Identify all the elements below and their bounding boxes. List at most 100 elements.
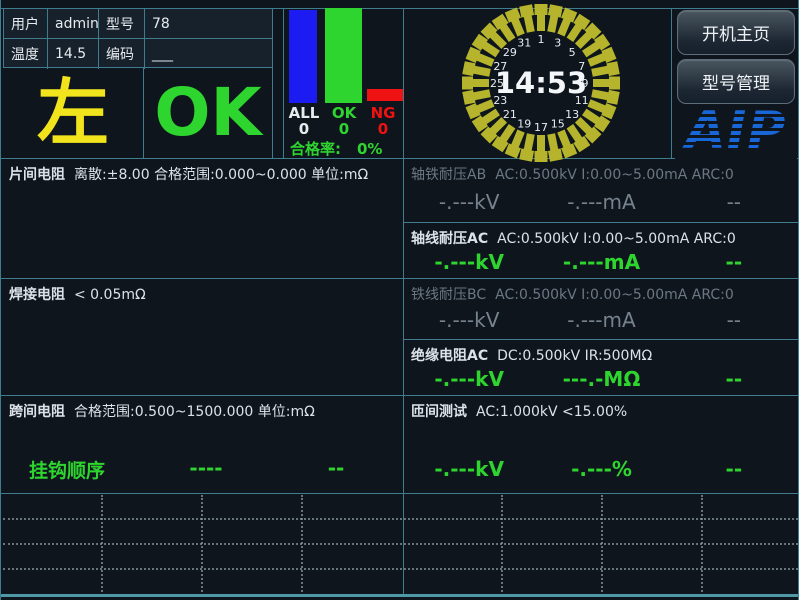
slot-number: 5 (569, 46, 576, 59)
hook-order-value2: -- (296, 456, 376, 480)
code-input[interactable]: ___ (145, 39, 272, 69)
panel-hipot-AB: 轴铁耐压AB AC:0.500kV I:0.00~5.00mA ARC:0 -.-… (403, 158, 799, 222)
hook-order-row: 挂钩顺序 ---- -- (1, 456, 403, 482)
panel-params: DC:0.500kV IR:500MΩ (497, 348, 652, 364)
home-button[interactable]: 开机主页 (677, 10, 795, 55)
value-ma: -.---mA (535, 190, 667, 214)
value-judge: -- (668, 308, 799, 332)
panel-name: 绝缘电阻AC (411, 348, 488, 364)
grid-line (3, 568, 798, 570)
panel-segment-resistance: 片间电阻离散:±8.00 合格范围:0.000~0.000 单位:mΩ (1, 158, 403, 278)
divider (1, 493, 799, 494)
value-judge: -- (668, 190, 799, 214)
slot-number: 15 (551, 118, 565, 131)
all-count: 0 (284, 120, 324, 138)
grid-line (701, 495, 703, 592)
value-judge: -- (668, 367, 799, 391)
bottom-status-bar (1, 594, 799, 597)
temp-value: 14.5 (48, 39, 99, 69)
value-judge: -- (668, 250, 799, 274)
panel-params: AC:0.500kV I:0.00~5.00mA ARC:0 (495, 167, 734, 183)
panel-params: 合格范围:0.500~1500.000 单位:mΩ (74, 404, 315, 420)
value-kv: -.---kV (403, 457, 535, 481)
pass-status: OK (144, 68, 272, 158)
panel-name: 铁线耐压BC (411, 287, 486, 303)
value-row: -.---kV -.---mA -- (403, 250, 799, 274)
panel-params: AC:0.500kV I:0.00~5.00mA ARC:0 (495, 287, 734, 303)
panel-hipot-AC: 轴线耐压AC AC:0.500kV I:0.00~5.00mA ARC:0 -.-… (403, 222, 799, 278)
panel-title: 铁线耐压BC AC:0.500kV I:0.00~5.00mA ARC:0 (411, 284, 734, 304)
value-row: -.---kV -.---mA -- (403, 308, 799, 332)
slot-number: 1 (538, 33, 545, 46)
bar-ng (367, 89, 403, 101)
panel-params: < 0.05mΩ (74, 287, 146, 303)
panel-name: 跨间电阻 (9, 404, 65, 420)
value-kv: -.---kV (403, 190, 535, 214)
code-label: 编码 (99, 39, 145, 69)
grid-line (3, 543, 798, 545)
panel-insulation-resistance: 绝缘电阻AC DC:0.500kV IR:500MΩ -.---kV ---.-M… (403, 339, 799, 395)
rotor-slot-clock: 13579111315171921232527293114:53 (459, 1, 623, 165)
hook-order-label: 挂钩顺序 (29, 456, 105, 483)
panel-title: 轴铁耐压AB AC:0.500kV I:0.00~5.00mA ARC:0 (411, 164, 734, 184)
ok-count: 0 (324, 120, 364, 138)
slot-number: 19 (517, 118, 531, 131)
panel-title: 绝缘电阻AC DC:0.500kV IR:500MΩ (411, 345, 652, 365)
grid-line (501, 495, 503, 592)
clock-time: 14:53 (495, 66, 587, 100)
value-kv: -.---kV (403, 367, 535, 391)
panel-interturn-test: 匝间测试 AC:1.000kV <15.00% -.---kV -.---% -- (403, 395, 799, 493)
panel-name: 片间电阻 (9, 167, 65, 183)
panel-title: 焊接电阻 < 0.05mΩ (9, 284, 146, 304)
value-row: -.---kV -.---mA -- (403, 190, 799, 214)
panel-params: 离散:±8.00 合格范围:0.000~0.000 单位:mΩ (74, 167, 368, 183)
value-percent: -.---% (535, 457, 667, 481)
panel-title: 匝间测试 AC:1.000kV <15.00% (411, 401, 627, 421)
panel-params: AC:0.500kV I:0.00~5.00mA ARC:0 (497, 231, 736, 247)
model-label: 型号 (99, 9, 145, 39)
value-judge: -- (668, 457, 799, 481)
slot-number: 31 (517, 36, 531, 49)
panel-name: 轴线耐压AC (411, 231, 488, 247)
panel-params: AC:1.000kV <15.00% (476, 404, 627, 420)
panel-name: 轴铁耐压AB (411, 167, 486, 183)
slot-number: 17 (534, 121, 548, 134)
slot-number: 21 (503, 108, 517, 121)
pass-rate: 合格率:0% (290, 138, 382, 159)
slot-number: 29 (503, 46, 517, 59)
value-row: -.---kV ---.-MΩ -- (403, 367, 799, 391)
grid-line (101, 495, 103, 592)
grid-line (601, 495, 603, 592)
divider (671, 8, 672, 158)
stats-bar-chart: ALL OK NG 0 0 0 合格率:0% (283, 8, 403, 158)
aip-logo-stripes (675, 103, 797, 159)
user-value: admin (48, 9, 99, 39)
panel-name: 焊接电阻 (9, 287, 65, 303)
model-value: 78 (145, 9, 272, 39)
ng-count: 0 (363, 120, 403, 138)
position-indicator: 左 (3, 68, 144, 158)
value-kv: -.---kV (403, 250, 535, 274)
panel-title: 跨间电阻合格范围:0.500~1500.000 单位:mΩ (9, 401, 315, 421)
value-row: -.---kV -.---% -- (403, 457, 799, 481)
pass-rate-value: 0% (357, 140, 382, 158)
bar-ok (325, 8, 362, 103)
info-table: 用户 admin 型号 78 温度 14.5 编码 ___ (3, 8, 273, 68)
temp-label: 温度 (4, 39, 48, 69)
grid-line (3, 518, 798, 520)
tester-main-screen: 用户 admin 型号 78 温度 14.5 编码 ___ 左 OK ALL O… (0, 0, 799, 600)
panel-name: 匝间测试 (411, 404, 467, 420)
panel-weld-resistance: 焊接电阻 < 0.05mΩ (1, 278, 403, 395)
value-ma: -.---mA (535, 250, 667, 274)
grid-line (201, 495, 203, 592)
user-label: 用户 (4, 9, 48, 39)
aip-logo: AIP (675, 103, 797, 159)
hook-order-value1: ---- (161, 456, 251, 480)
model-manage-button[interactable]: 型号管理 (677, 59, 795, 104)
panel-title: 轴线耐压AC AC:0.500kV I:0.00~5.00mA ARC:0 (411, 228, 736, 248)
value-mohm: ---.-MΩ (535, 367, 667, 391)
value-ma: -.---mA (535, 308, 667, 332)
grid-line (301, 495, 303, 592)
result-area: 左 OK (3, 68, 273, 158)
bar-all (289, 10, 317, 103)
